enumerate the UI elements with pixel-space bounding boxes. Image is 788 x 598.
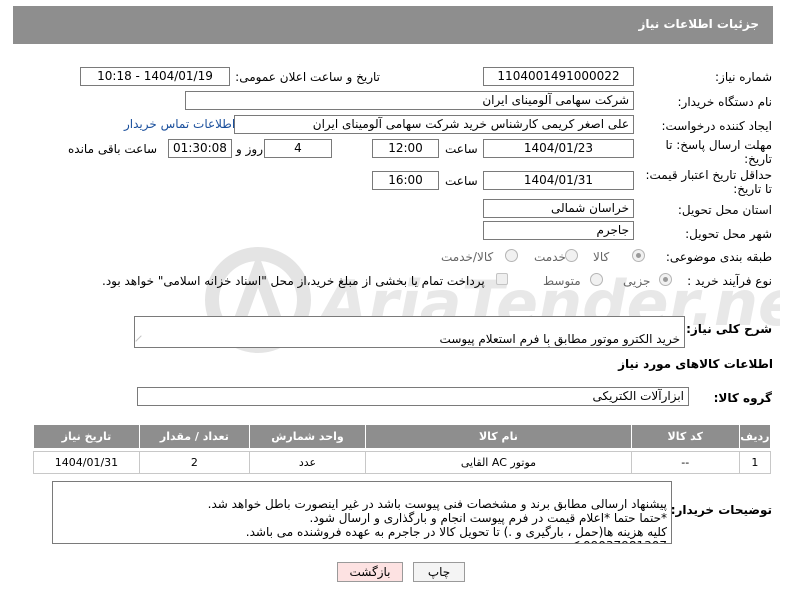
col-qty: تعداد / مقدار xyxy=(138,424,250,449)
page-title: جزئیات اطلاعات نیاز xyxy=(638,17,759,31)
col-unit: واحد شمارش xyxy=(248,424,367,449)
category-option-goods: کالا xyxy=(593,250,610,264)
remaining-time-field: 01:30:08 xyxy=(168,139,232,158)
deadline-label-date: تاریخ: xyxy=(744,152,772,166)
province-field: خراسان شمالی xyxy=(483,199,634,218)
category-option-goods-service: کالا/خدمت xyxy=(441,250,494,264)
city-field: جاجرم xyxy=(483,221,634,240)
cell-date: 1404/01/31 xyxy=(33,451,140,474)
deadline-date-field: 1404/01/23 xyxy=(483,139,634,158)
announce-label: تاریخ و ساعت اعلان عمومی: xyxy=(235,70,380,84)
description-label: شرح کلی نیاز: xyxy=(686,322,772,336)
description-text: خرید الکترو موتور مطابق با فرم استعلام پ… xyxy=(439,332,680,347)
days-field: 4 xyxy=(264,139,332,158)
validity-label: حداقل تاریخ اعتبار قیمت: xyxy=(645,168,772,182)
need-number-label: شماره نیاز: xyxy=(715,70,772,84)
validity-date-field: 1404/01/31 xyxy=(483,171,634,190)
table-row: 1 -- موتور AC القایی عدد 2 1404/01/31 xyxy=(33,451,772,474)
category-radio-goods-service[interactable] xyxy=(505,249,518,262)
process-option-partial: جزیی xyxy=(623,274,651,288)
validity-time-field: 16:00 xyxy=(372,171,439,190)
announce-field: 1404/01/19 - 10:18 xyxy=(80,67,230,86)
buyer-notes-textarea[interactable]: پیشنهاد ارسالی مطابق برند و مشخصات فنی پ… xyxy=(52,481,672,544)
creator-label: ایجاد کننده درخواست: xyxy=(661,119,772,133)
resize-grip-icon[interactable] xyxy=(135,335,147,347)
back-button[interactable]: بازگشت xyxy=(337,562,403,582)
province-label: استان محل تحویل: xyxy=(677,203,772,217)
col-row: ردیف xyxy=(738,424,772,449)
buyer-org-label: نام دستگاه خریدار: xyxy=(677,95,773,109)
page-header: جزئیات اطلاعات نیاز xyxy=(13,6,773,44)
remaining-label: ساعت باقی مانده xyxy=(68,142,158,156)
deadline-label: مهلت ارسال پاسخ: تا xyxy=(665,138,772,152)
category-option-service: خدمت xyxy=(534,250,566,264)
treasury-payment-checkbox[interactable] xyxy=(496,273,508,285)
process-radio-partial[interactable] xyxy=(659,273,672,286)
category-radio-goods[interactable] xyxy=(632,249,645,262)
process-radio-medium[interactable] xyxy=(590,273,603,286)
city-label: شهر محل تحویل: xyxy=(685,227,772,241)
category-radio-service[interactable] xyxy=(565,249,578,262)
creator-field: علی اصغر کریمی کارشناس خرید شرکت سهامی آ… xyxy=(234,115,634,134)
cell-name: موتور AC القایی xyxy=(365,451,632,474)
treasury-payment-note: پرداخت تمام یا بخشی از مبلغ خرید،از محل … xyxy=(102,274,485,288)
col-date: تاریخ نیاز xyxy=(33,424,140,449)
validity-time-label: ساعت xyxy=(445,174,478,188)
buyer-notes-label: توضیحات خریدار: xyxy=(670,503,772,517)
print-button[interactable]: چاپ xyxy=(413,562,465,582)
cell-qty: 2 xyxy=(138,451,250,474)
buyer-org-field: شرکت سهامی آلومینای ایران xyxy=(185,91,634,110)
col-name: نام کالا xyxy=(365,424,632,449)
goods-group-field: ابزارآلات الکتریکی xyxy=(137,387,689,406)
goods-section-title: اطلاعات کالاهای مورد نیاز xyxy=(618,357,773,371)
validity-label-date: تا تاریخ: xyxy=(733,182,772,196)
need-number-field: 1104001491000022 xyxy=(483,67,634,86)
goods-table-header: ردیف کد کالا نام کالا واحد شمارش تعداد /… xyxy=(33,424,772,449)
contact-info-link[interactable]: اطلاعات تماس خریدار xyxy=(124,117,235,131)
col-code: کد کالا xyxy=(630,424,740,449)
description-textarea[interactable]: خرید الکترو موتور مطابق با فرم استعلام پ… xyxy=(134,316,685,348)
buyer-notes-text: پیشنهاد ارسالی مطابق برند و مشخصات فنی پ… xyxy=(207,497,667,543)
cell-unit: عدد xyxy=(248,451,367,474)
process-option-medium: متوسط xyxy=(543,274,581,288)
cell-code: -- xyxy=(630,451,740,474)
category-label: طبقه بندی موضوعی: xyxy=(665,250,772,264)
goods-group-label: گروه کالا: xyxy=(713,391,772,405)
process-label: نوع فرآیند خرید : xyxy=(687,274,772,288)
cell-row: 1 xyxy=(738,451,772,474)
deadline-time-field: 12:00 xyxy=(372,139,439,158)
goods-table: ردیف کد کالا نام کالا واحد شمارش تعداد /… xyxy=(33,424,772,474)
days-label: روز و xyxy=(236,142,263,156)
deadline-time-label: ساعت xyxy=(445,142,478,156)
